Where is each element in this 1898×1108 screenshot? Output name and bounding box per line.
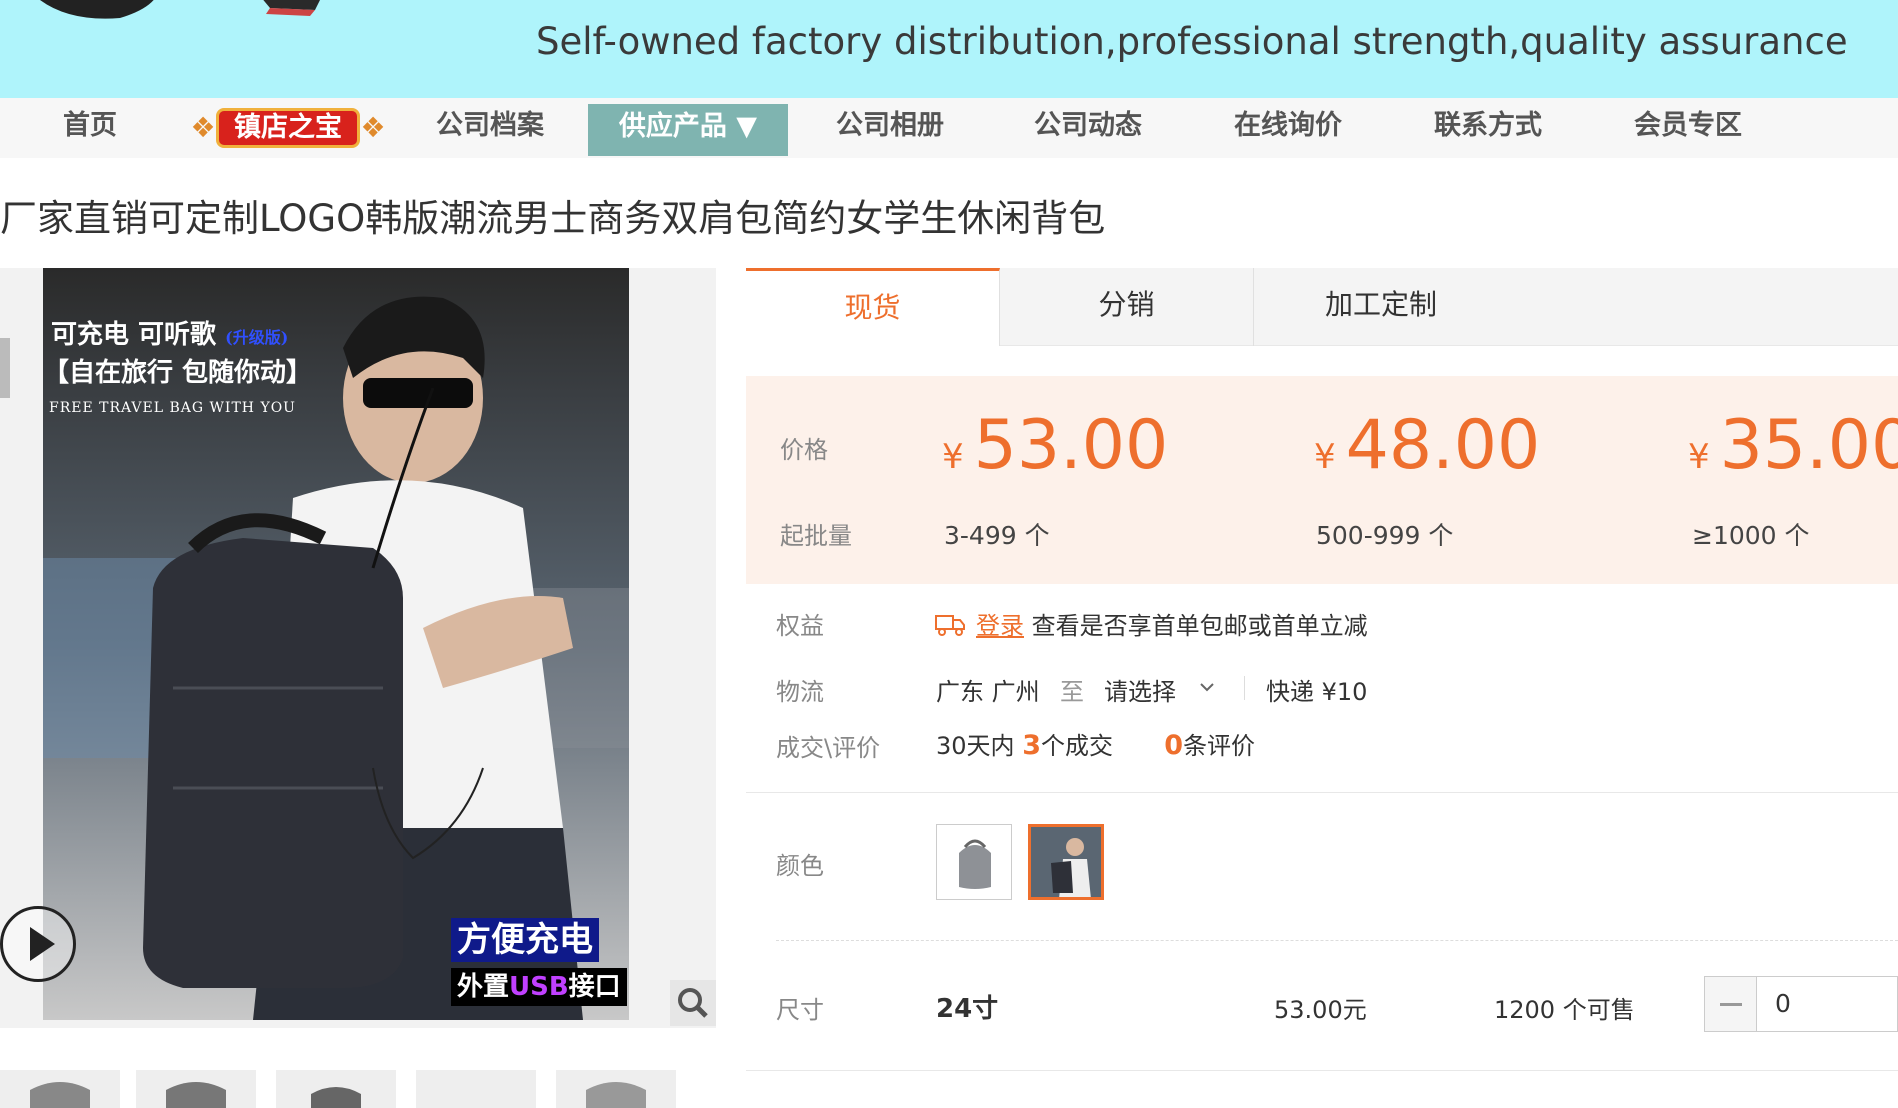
- price-label: 价格: [780, 436, 828, 464]
- logo-graphic: [40, 0, 320, 19]
- model-backpack-image: [1031, 827, 1101, 897]
- thumbnail-bag-image: [586, 1082, 646, 1108]
- deals-count: 3: [1022, 730, 1041, 761]
- qty-tier-1: 3-499 个: [944, 521, 1050, 550]
- size-value: 24寸: [936, 994, 999, 1024]
- thumbnail-strip: [0, 1070, 716, 1108]
- nav-online-inquiry[interactable]: 在线询价: [1218, 98, 1358, 158]
- tab-distribution[interactable]: 分销: [1000, 268, 1254, 346]
- zoom-button[interactable]: [670, 980, 716, 1026]
- ship-to-word: 至: [1060, 678, 1084, 706]
- login-link[interactable]: 登录: [976, 612, 1024, 640]
- reviews-suffix: 条评价: [1183, 732, 1256, 760]
- nav-members[interactable]: 会员专区: [1618, 98, 1758, 158]
- grey-backpack-image: [959, 839, 991, 889]
- quantity-stepper: 0: [1704, 976, 1898, 1032]
- tab-in-stock[interactable]: 现货: [746, 268, 1000, 346]
- promo-charge: 方便充电: [451, 918, 599, 962]
- color-label: 颜色: [776, 852, 824, 880]
- badge-right-ornament-icon: ❖: [360, 111, 386, 144]
- express-fee: 快递 ¥10: [1266, 678, 1368, 706]
- thumbnail[interactable]: [276, 1070, 396, 1108]
- gallery-prev-edge[interactable]: [0, 338, 10, 398]
- overlay-subheadline: 【自在旅行 包随你动】: [43, 358, 313, 388]
- logistics-divider: [1244, 676, 1245, 700]
- promo-usb-c: 接口: [568, 972, 621, 1002]
- ship-to-select[interactable]: 请选择: [1104, 672, 1176, 707]
- video-play-button[interactable]: [0, 906, 76, 982]
- thumbnail-bag-image: [311, 1087, 361, 1108]
- ship-from: 广东 广州: [936, 678, 1040, 706]
- logistics-label: 物流: [776, 678, 824, 706]
- badge-label: 镇店之宝: [216, 108, 360, 148]
- thumbnail-bag-image: [166, 1082, 226, 1108]
- product-main-image[interactable]: 可充电 可听歌 (升级版) 【自在旅行 包随你动】 FREE TRAVEL BA…: [43, 268, 629, 1020]
- deals-prefix: 30天内: [936, 732, 1015, 760]
- thumbnail[interactable]: [136, 1070, 256, 1108]
- promo-usb-b: USB: [509, 972, 569, 1002]
- nav-company-news[interactable]: 公司动态: [1018, 98, 1158, 158]
- decrement-button[interactable]: [1705, 977, 1757, 1031]
- benefits-label: 权益: [776, 612, 824, 640]
- nav-home[interactable]: 首页: [50, 98, 130, 158]
- overlay-headline: 可充电 可听歌: [51, 320, 217, 350]
- nav-featured-badge[interactable]: ❖ 镇店之宝 ❖: [188, 100, 388, 156]
- qty-tier-2: 500-999 个: [1316, 521, 1454, 550]
- price-box: 价格 起批量 ¥53.00 3-499 个 ¥48.00 500-999 个 ¥…: [746, 376, 1898, 584]
- thumbnail[interactable]: [416, 1070, 536, 1108]
- magnifier-icon: [678, 988, 708, 1018]
- nav-products[interactable]: 供应产品 ▼: [588, 104, 788, 156]
- dashed-divider: [776, 940, 1898, 941]
- overlay-english: FREE TRAVEL BAG WITH YOU: [49, 400, 296, 416]
- delivery-truck-icon: [935, 615, 965, 636]
- quantity-input[interactable]: 0: [1775, 989, 1791, 1018]
- min-order-label: 起批量: [780, 522, 852, 550]
- color-swatch-model[interactable]: [1028, 824, 1104, 900]
- nav-company-album[interactable]: 公司相册: [820, 98, 960, 158]
- qty-tier-3: ≥1000 个: [1692, 521, 1810, 550]
- size-label: 尺寸: [776, 996, 824, 1024]
- offer-tabs: 现货 分销 加工定制: [746, 268, 1898, 346]
- deals-label: 成交\评价: [776, 734, 881, 762]
- banner-slogan: Self-owned factory distribution,professi…: [536, 20, 1848, 63]
- play-icon: [30, 927, 55, 961]
- thumbnail[interactable]: [556, 1070, 676, 1108]
- price-tier-2: ¥48.00: [1314, 406, 1541, 485]
- section-divider: [746, 792, 1898, 793]
- price-tier-1: ¥53.00: [942, 406, 1169, 485]
- color-swatch-grey[interactable]: [936, 824, 1012, 900]
- chevron-down-icon[interactable]: [1198, 680, 1216, 694]
- nav-contact[interactable]: 联系方式: [1418, 98, 1558, 158]
- benefits-text: 查看是否享首单包邮或首单立减: [1031, 612, 1368, 640]
- tab-custom-processing[interactable]: 加工定制: [1254, 268, 1508, 346]
- size-price: 53.00元: [1274, 996, 1367, 1024]
- size-stock: 1200 个可售: [1494, 996, 1635, 1024]
- promo-usb-a: 外置: [457, 972, 510, 1002]
- deals-count-suffix: 个成交: [1040, 732, 1113, 760]
- price-tier-3: ¥35.00: [1688, 406, 1898, 485]
- reviews-count[interactable]: 0: [1164, 730, 1183, 761]
- product-title: 厂家直销可定制LOGO韩版潮流男士商务双肩包简约女学生休闲背包: [0, 197, 1106, 240]
- thumbnail[interactable]: [0, 1070, 120, 1108]
- nav-company-profile[interactable]: 公司档案: [420, 98, 560, 158]
- bottom-divider: [746, 1070, 1898, 1071]
- badge-left-ornament-icon: ❖: [190, 111, 216, 144]
- header-banner: Self-owned factory distribution,professi…: [0, 0, 1898, 98]
- overlay-tag: (升级版): [225, 328, 289, 347]
- thumbnail-bag-image: [30, 1082, 90, 1108]
